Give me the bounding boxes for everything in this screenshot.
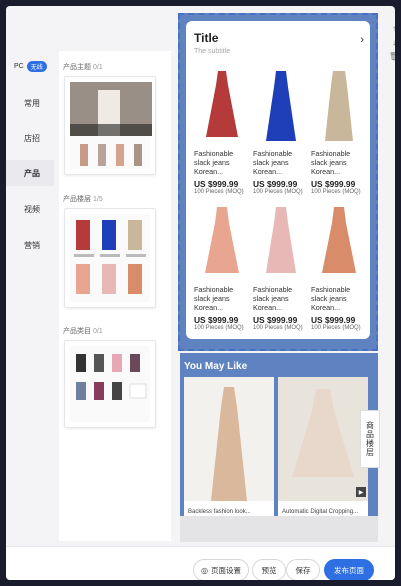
product-name: Fashionable slack jeans Korean... bbox=[194, 285, 234, 312]
chevron-right-icon[interactable]: › bbox=[360, 34, 364, 46]
nav-item-marketing[interactable]: 营销 bbox=[6, 232, 54, 258]
template-card-product-theme[interactable] bbox=[64, 76, 156, 175]
selected-product-floor[interactable]: Title The subtitle › Fashionable slack j… bbox=[178, 13, 378, 351]
floor-title: Title bbox=[194, 31, 219, 45]
product-moq: 100 Pieces (MOQ) bbox=[194, 325, 244, 331]
page-settings-label: 页面设置 bbox=[210, 565, 241, 575]
product-name: Fashionable slack jeans Korean... bbox=[311, 149, 351, 176]
editor-window: PC 无线 常用 店招 产品 视频 营销 产品主题 0/1 产品楼层 1/5 产… bbox=[6, 6, 395, 580]
product-image bbox=[194, 203, 250, 281]
product-card[interactable]: Fashionable slack jeans Korean... US $99… bbox=[253, 67, 309, 195]
product-card[interactable]: Fashionable slack jeans Korean... US $99… bbox=[194, 67, 250, 195]
recommend-card[interactable]: ▶ Automatic Digital Cropping... bbox=[278, 377, 368, 517]
product-moq: 100 Pieces (MOQ) bbox=[311, 325, 361, 331]
template-card-product-floor[interactable] bbox=[64, 208, 156, 308]
recommend-image bbox=[278, 377, 368, 501]
product-image bbox=[311, 67, 367, 145]
floor-subtitle: The subtitle bbox=[194, 48, 231, 55]
product-price: US $999.99 bbox=[311, 315, 356, 325]
section-count: 0/1 bbox=[93, 64, 103, 71]
product-name: Fashionable slack jeans Korean... bbox=[194, 149, 234, 176]
product-card[interactable]: Fashionable slack jeans Korean... US $99… bbox=[311, 67, 367, 195]
category-preview-graphic bbox=[76, 354, 147, 400]
wireless-label[interactable]: 无线 bbox=[26, 60, 47, 72]
delete-icon[interactable]: 🗑 bbox=[388, 52, 395, 66]
publish-button[interactable]: 发布页面 bbox=[324, 559, 374, 580]
section-count: 0/1 bbox=[93, 328, 103, 335]
you-may-like-title: You May Like bbox=[184, 361, 248, 372]
product-price: US $999.99 bbox=[194, 179, 239, 189]
product-name: Fashionable slack jeans Korean... bbox=[253, 285, 293, 312]
nav-item-common[interactable]: 常用 bbox=[6, 90, 54, 116]
product-card[interactable]: Fashionable slack jeans Korean... US $99… bbox=[253, 203, 309, 331]
pc-label[interactable]: PC bbox=[14, 63, 24, 70]
device-toggle[interactable]: PC 无线 bbox=[14, 60, 47, 72]
section-count: 1/5 bbox=[93, 196, 103, 203]
component-panel: 产品主题 0/1 产品楼层 1/5 产品类目 0/1 bbox=[59, 51, 171, 541]
product-card[interactable]: Fashionable slack jeans Korean... US $99… bbox=[194, 203, 250, 331]
product-name: Fashionable slack jeans Korean... bbox=[253, 149, 293, 176]
floor-preview-graphic bbox=[74, 220, 146, 294]
page-settings-button[interactable]: ◎ 页面设置 bbox=[193, 559, 249, 580]
product-price: US $999.99 bbox=[311, 179, 356, 189]
you-may-like-section: You May Like Backless fashion look... ▶ … bbox=[180, 353, 378, 521]
product-name: Fashionable slack jeans Korean... bbox=[311, 285, 351, 312]
recommend-card[interactable]: Backless fashion look... bbox=[184, 377, 274, 517]
save-button[interactable]: 保存 bbox=[286, 559, 320, 580]
product-moq: 100 Pieces (MOQ) bbox=[253, 325, 303, 331]
section-title: 产品类目 bbox=[63, 328, 91, 335]
product-moq: 100 Pieces (MOQ) bbox=[311, 189, 361, 195]
section-title: 产品主题 bbox=[63, 64, 91, 71]
product-price: US $999.99 bbox=[194, 315, 239, 325]
template-preview bbox=[70, 214, 150, 302]
product-image bbox=[253, 203, 309, 281]
move-down-icon[interactable]: ↓ bbox=[388, 38, 395, 52]
page-canvas: Title The subtitle › Fashionable slack j… bbox=[176, 6, 384, 546]
bottom-toolbar: ◎ 页面设置 预览 保存 发布页面 bbox=[6, 546, 395, 580]
template-preview bbox=[70, 82, 152, 169]
floor-tools: ↑ ↓ 🗑 bbox=[388, 24, 395, 66]
section-title: 产品楼层 bbox=[63, 196, 91, 203]
canvas-bottom-strip bbox=[180, 516, 378, 542]
template-preview bbox=[70, 346, 150, 422]
nav-item-product[interactable]: 产品 bbox=[6, 160, 54, 186]
theme-preview-graphic bbox=[70, 82, 152, 166]
nav-item-signboard[interactable]: 店招 bbox=[6, 125, 54, 151]
product-image bbox=[253, 67, 309, 145]
recommend-image bbox=[184, 377, 274, 501]
product-card[interactable]: Fashionable slack jeans Korean... US $99… bbox=[311, 203, 367, 331]
recommend-caption: Backless fashion look... bbox=[188, 509, 251, 515]
left-nav: PC 无线 常用 店招 产品 视频 营销 bbox=[6, 6, 54, 546]
product-price: US $999.99 bbox=[253, 315, 298, 325]
product-moq: 100 Pieces (MOQ) bbox=[253, 189, 303, 195]
product-image bbox=[311, 203, 367, 281]
play-icon[interactable]: ▶ bbox=[356, 487, 366, 497]
product-moq: 100 Pieces (MOQ) bbox=[194, 189, 244, 195]
nav-item-video[interactable]: 视频 bbox=[6, 196, 54, 222]
settings-icon: ◎ bbox=[201, 565, 208, 575]
product-floor-tab[interactable]: 商品楼层 bbox=[360, 410, 380, 468]
product-image bbox=[194, 67, 250, 145]
product-floor-card: Title The subtitle › Fashionable slack j… bbox=[186, 21, 370, 339]
section-product-theme: 产品主题 0/1 bbox=[63, 62, 103, 72]
preview-button[interactable]: 预览 bbox=[252, 559, 286, 580]
product-price: US $999.99 bbox=[253, 179, 298, 189]
section-product-floor: 产品楼层 1/5 bbox=[63, 194, 103, 204]
recommend-caption: Automatic Digital Cropping... bbox=[282, 509, 359, 515]
move-up-icon[interactable]: ↑ bbox=[388, 24, 395, 38]
template-card-product-category[interactable] bbox=[64, 340, 156, 428]
section-product-category: 产品类目 0/1 bbox=[63, 326, 103, 336]
